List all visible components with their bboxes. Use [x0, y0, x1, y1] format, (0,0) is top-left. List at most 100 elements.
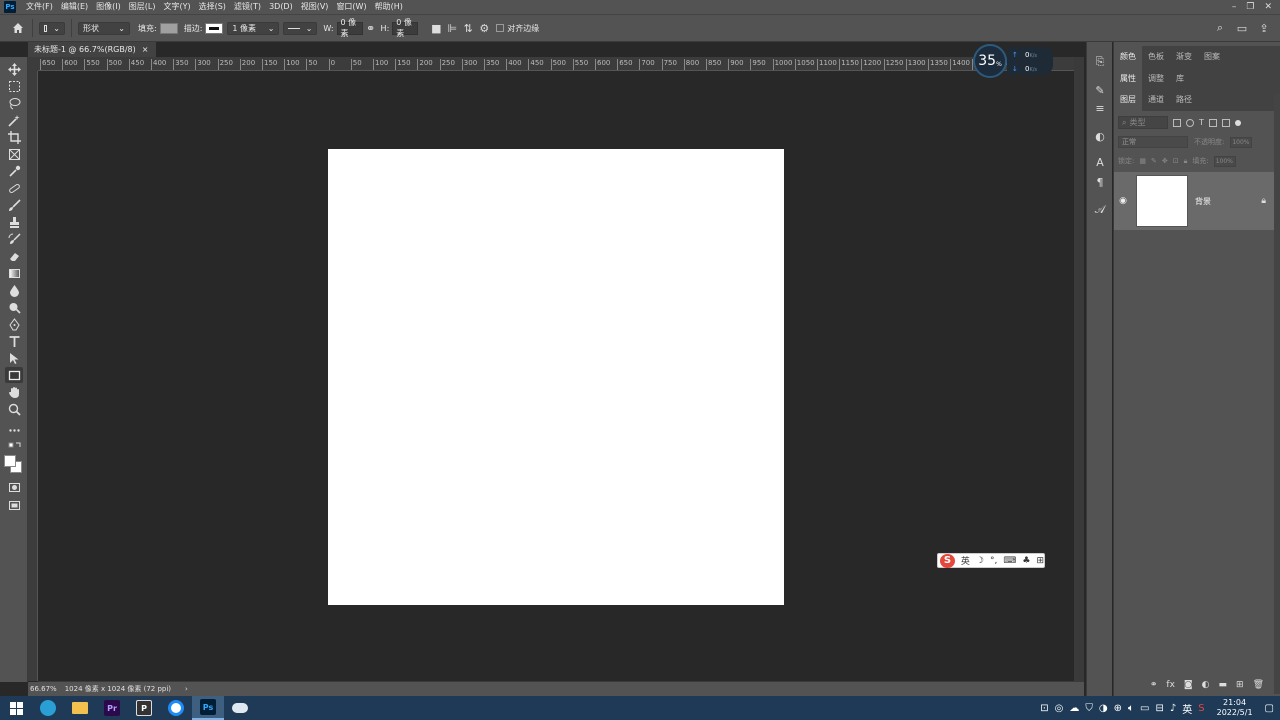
panel-scrollbar[interactable]: [1274, 94, 1280, 694]
stroke-type-select[interactable]: ⌄: [283, 21, 318, 35]
stroke-swatch[interactable]: [205, 22, 224, 34]
tray-app-icon[interactable]: ◑: [1099, 703, 1108, 714]
hand-tool-icon[interactable]: [5, 384, 23, 400]
filter-type-icon[interactable]: T: [1199, 118, 1204, 127]
close-icon[interactable]: ✕: [1264, 2, 1272, 12]
grid-menu-icon[interactable]: ⊞: [1036, 556, 1044, 566]
canvas-workspace[interactable]: [38, 71, 1074, 681]
lock-position-icon[interactable]: ✥: [1162, 157, 1168, 165]
layer-style-icon[interactable]: fx: [1166, 680, 1175, 690]
share-icon[interactable]: ⇪: [1256, 20, 1272, 36]
gradient-tool-icon[interactable]: [5, 265, 23, 281]
close-tab-icon[interactable]: ×: [142, 42, 149, 57]
microphone-icon[interactable]: ♪: [1170, 703, 1176, 714]
add-mask-icon[interactable]: ◙: [1184, 680, 1193, 690]
screen-mode-icon[interactable]: [5, 497, 23, 513]
foreground-color-swatch[interactable]: [4, 455, 16, 467]
system-clock[interactable]: 21:04 2022/5/1: [1211, 698, 1259, 718]
tool-preset-picker[interactable]: ⌄: [39, 21, 65, 35]
vertical-ruler[interactable]: [28, 71, 38, 681]
menu-help[interactable]: 帮助(H): [371, 0, 407, 14]
filter-smart-object-icon[interactable]: [1221, 118, 1230, 127]
menu-filter[interactable]: 滤镜(T): [230, 0, 265, 14]
tab-gradients[interactable]: 渐变: [1170, 46, 1198, 68]
rectangle-tool-icon[interactable]: [5, 367, 23, 383]
minimize-icon[interactable]: –: [1232, 2, 1237, 12]
sogou-tray-icon[interactable]: S: [1198, 703, 1204, 714]
move-tool-icon[interactable]: [5, 61, 23, 77]
align-edges-checkbox[interactable]: [496, 24, 505, 32]
fill-swatch[interactable]: [159, 22, 178, 34]
menu-window[interactable]: 窗口(W): [332, 0, 370, 14]
layer-row-background[interactable]: ◉ 背景 🔒︎: [1114, 172, 1274, 230]
marquee-tool-icon[interactable]: [5, 78, 23, 94]
menu-3d[interactable]: 3D(D): [265, 0, 297, 14]
tray-app-icon[interactable]: ⊡: [1040, 703, 1048, 714]
tab-swatches[interactable]: 色板: [1142, 46, 1170, 68]
more-tools-icon[interactable]: [5, 422, 23, 438]
lock-artboard-icon[interactable]: ⊡: [1173, 157, 1179, 165]
path-selection-tool-icon[interactable]: [5, 350, 23, 366]
tab-patterns[interactable]: 图案: [1198, 46, 1226, 68]
moon-icon[interactable]: ☽: [976, 556, 984, 566]
trash-icon[interactable]: 🗑︎: [1253, 680, 1264, 690]
vertical-scrollbar[interactable]: [1074, 57, 1084, 682]
file-explorer-icon[interactable]: [64, 696, 96, 720]
height-input[interactable]: 0 像素: [392, 18, 419, 38]
menu-file[interactable]: 文件(F): [22, 0, 57, 14]
history-panel-icon[interactable]: ⎘: [1092, 54, 1108, 70]
search-icon[interactable]: ⌕: [1212, 20, 1228, 36]
premiere-pro-icon[interactable]: Pr: [96, 696, 128, 720]
menu-type[interactable]: 文字(Y): [159, 0, 194, 14]
tray-app-icon[interactable]: ◎: [1055, 703, 1064, 714]
menu-select[interactable]: 选择(S): [195, 0, 230, 14]
quick-mask-icon[interactable]: [5, 479, 23, 495]
menu-image[interactable]: 图像(I): [92, 0, 125, 14]
horizontal-ruler[interactable]: 650 600 550 500 450 400 350 300 250 200 150 100 50 0 5…: [38, 57, 1074, 71]
fill-input[interactable]: 100%: [1213, 155, 1236, 167]
dodge-tool-icon[interactable]: [5, 299, 23, 315]
layer-filter-select[interactable]: ⌕ 类型: [1118, 116, 1168, 129]
path-operations-icon[interactable]: ■: [428, 20, 444, 36]
magic-wand-tool-icon[interactable]: [5, 112, 23, 128]
filter-shape-icon[interactable]: [1208, 118, 1217, 127]
restore-icon[interactable]: ❐: [1246, 2, 1254, 12]
zoom-tool-icon[interactable]: [5, 401, 23, 417]
character-panel-icon[interactable]: A: [1092, 154, 1108, 170]
workspace-icon[interactable]: ▭: [1234, 20, 1250, 36]
filter-toggle[interactable]: [1234, 119, 1241, 126]
color-sampler-icon[interactable]: ◐: [1092, 128, 1108, 144]
link-icon[interactable]: ⚭: [363, 20, 379, 36]
lock-transparent-icon[interactable]: ▦: [1139, 157, 1146, 165]
tab-properties[interactable]: 属性: [1114, 68, 1142, 90]
path-arrangement-icon[interactable]: ⇅: [460, 20, 476, 36]
tab-channels[interactable]: 通道: [1142, 89, 1170, 111]
lock-all-icon[interactable]: 🔒︎: [1184, 157, 1188, 166]
home-icon[interactable]: [10, 20, 26, 36]
tray-app-icon[interactable]: ☁: [1069, 703, 1079, 714]
clone-stamp-tool-icon[interactable]: [5, 214, 23, 230]
blur-tool-icon[interactable]: [5, 282, 23, 298]
input-language-indicator[interactable]: 英: [1182, 701, 1192, 716]
photoshop-taskbar-icon[interactable]: Ps: [192, 696, 224, 720]
swap-colors-icon[interactable]: [5, 441, 23, 451]
video-editor-icon[interactable]: P: [128, 696, 160, 720]
link-layers-icon[interactable]: ⚭: [1150, 680, 1158, 690]
path-alignment-icon[interactable]: ⊫: [444, 20, 460, 36]
shield-icon[interactable]: ⛉: [1085, 703, 1093, 714]
performance-monitor[interactable]: ↑ 0K/s ↓ 0K/s 35%: [973, 44, 1053, 78]
cloud-app-icon[interactable]: [160, 696, 192, 720]
frame-tool-icon[interactable]: [5, 146, 23, 162]
new-group-icon[interactable]: ▬: [1219, 680, 1228, 690]
menu-view[interactable]: 视图(V): [297, 0, 333, 14]
speaker-icon[interactable]: 🔈︎: [1128, 703, 1134, 714]
new-adjustment-icon[interactable]: ◐: [1202, 680, 1210, 690]
menu-edit[interactable]: 编辑(E): [57, 0, 92, 14]
keyboard-icon[interactable]: ⌨: [1003, 556, 1016, 566]
width-input[interactable]: 0 像素: [336, 18, 363, 38]
eraser-tool-icon[interactable]: [5, 248, 23, 264]
zoom-level[interactable]: 66.67%: [30, 685, 57, 693]
network-icon[interactable]: ▭: [1140, 703, 1149, 714]
ime-language-toggle[interactable]: 英: [961, 554, 970, 567]
pen-tool-icon[interactable]: [5, 316, 23, 332]
